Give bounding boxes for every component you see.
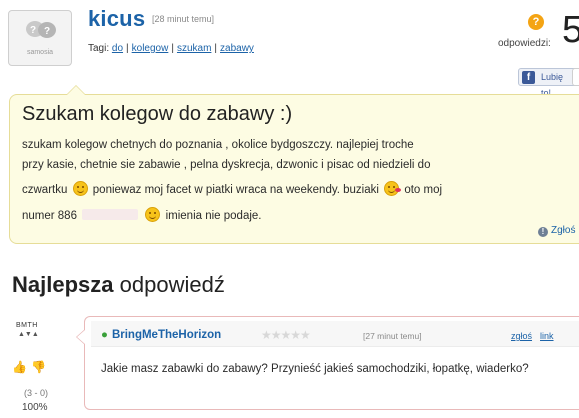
answer-text: Jakie masz zabawki do zabawy? Przynieść … bbox=[101, 363, 529, 375]
tags-row: Tagi: do | kolegow | szukam | zabawy bbox=[88, 43, 254, 54]
question-body-line: czwartku poniewaz moj facet w piatki wra… bbox=[22, 181, 442, 196]
question-timestamp: [28 minut temu] bbox=[152, 14, 215, 24]
heading-rest: odpowiedź bbox=[119, 272, 225, 297]
report-answer-link[interactable]: zgłoś bbox=[511, 331, 532, 341]
answer-timestamp: [27 minut temu] bbox=[363, 331, 422, 341]
question-box: Szukam kolegow do zabawy :) szukam koleg… bbox=[9, 85, 579, 244]
answerer-avatar[interactable]: BMTH ▲▼▲ bbox=[12, 322, 48, 348]
kiss-smiley-icon bbox=[384, 181, 402, 196]
question-bubble-icon: ? bbox=[528, 14, 544, 30]
tag-link[interactable]: do bbox=[112, 43, 123, 54]
vote-count: (3 - 0) bbox=[24, 388, 49, 398]
best-answer-heading: Najlepsza odpowiedź bbox=[12, 272, 225, 298]
answerer-name: BringMeTheHorizon bbox=[111, 329, 222, 341]
thumbs-up-icon[interactable]: 👍 bbox=[12, 360, 27, 374]
tag-link[interactable]: zabawy bbox=[220, 43, 254, 54]
body-text: poniewaz moj facet w piatki wraca na wee… bbox=[92, 184, 379, 196]
answers-count: 5 bbox=[562, 9, 579, 51]
online-status-icon: ● bbox=[101, 329, 108, 341]
thumbs-down-icon[interactable]: 👎 bbox=[31, 360, 46, 374]
body-text: oto moj bbox=[404, 184, 443, 196]
question-title: Szukam kolegow do zabawy :) bbox=[22, 103, 293, 125]
body-text: czwartku bbox=[22, 184, 68, 196]
avatar-brand: samosia bbox=[26, 49, 54, 56]
heading-bold: Najlepsza bbox=[12, 272, 114, 297]
question-body-line: przy kasie, chetnie sie zabawie , pelna … bbox=[22, 159, 431, 171]
avatar-text: ▲▼▲ bbox=[18, 331, 39, 338]
smiley-icon bbox=[72, 181, 88, 196]
vote-percent: 100% bbox=[22, 402, 48, 413]
answer-links: zgłoś link bbox=[511, 331, 562, 341]
speech-bubbles-icon: ? ? bbox=[26, 21, 56, 38]
report-link[interactable]: ! Zgłoś bbox=[538, 225, 575, 237]
censored-number bbox=[82, 209, 139, 220]
asker-username[interactable]: kicus bbox=[88, 6, 145, 32]
tags-label: Tagi: bbox=[88, 43, 110, 54]
report-label: Zgłoś bbox=[551, 225, 576, 236]
question-body-line: szukam kolegow chetnych do poznania , ok… bbox=[22, 139, 414, 151]
smiley-icon bbox=[145, 207, 161, 222]
answers-label: odpowiedzi: bbox=[498, 38, 551, 49]
report-icon: ! bbox=[538, 227, 548, 237]
question-body-line: numer 886 imienia nie podaje. bbox=[22, 207, 262, 222]
tag-link[interactable]: kolegow bbox=[132, 43, 169, 54]
vote-buttons: 👍 👎 bbox=[12, 360, 50, 374]
answerer-username[interactable]: ● BringMeTheHorizon bbox=[101, 329, 221, 341]
asker-avatar[interactable]: ? ? samosia bbox=[8, 10, 72, 66]
rating-stars: ★★★★★ bbox=[261, 328, 311, 342]
body-text: imienia nie podaje. bbox=[165, 210, 262, 222]
facebook-icon: f bbox=[522, 71, 535, 84]
body-text: numer 886 bbox=[22, 210, 77, 222]
answer-box: ● BringMeTheHorizon ★★★★★ [27 minut temu]… bbox=[76, 316, 579, 410]
answer-permalink[interactable]: link bbox=[540, 331, 554, 341]
like-count-box bbox=[572, 68, 579, 86]
facebook-like-button[interactable]: f Lubię to! bbox=[518, 68, 579, 98]
tag-link[interactable]: szukam bbox=[177, 43, 211, 54]
svg-text:?: ? bbox=[30, 25, 36, 36]
svg-text:?: ? bbox=[44, 26, 50, 37]
avatar-text: BMTH bbox=[16, 322, 38, 329]
